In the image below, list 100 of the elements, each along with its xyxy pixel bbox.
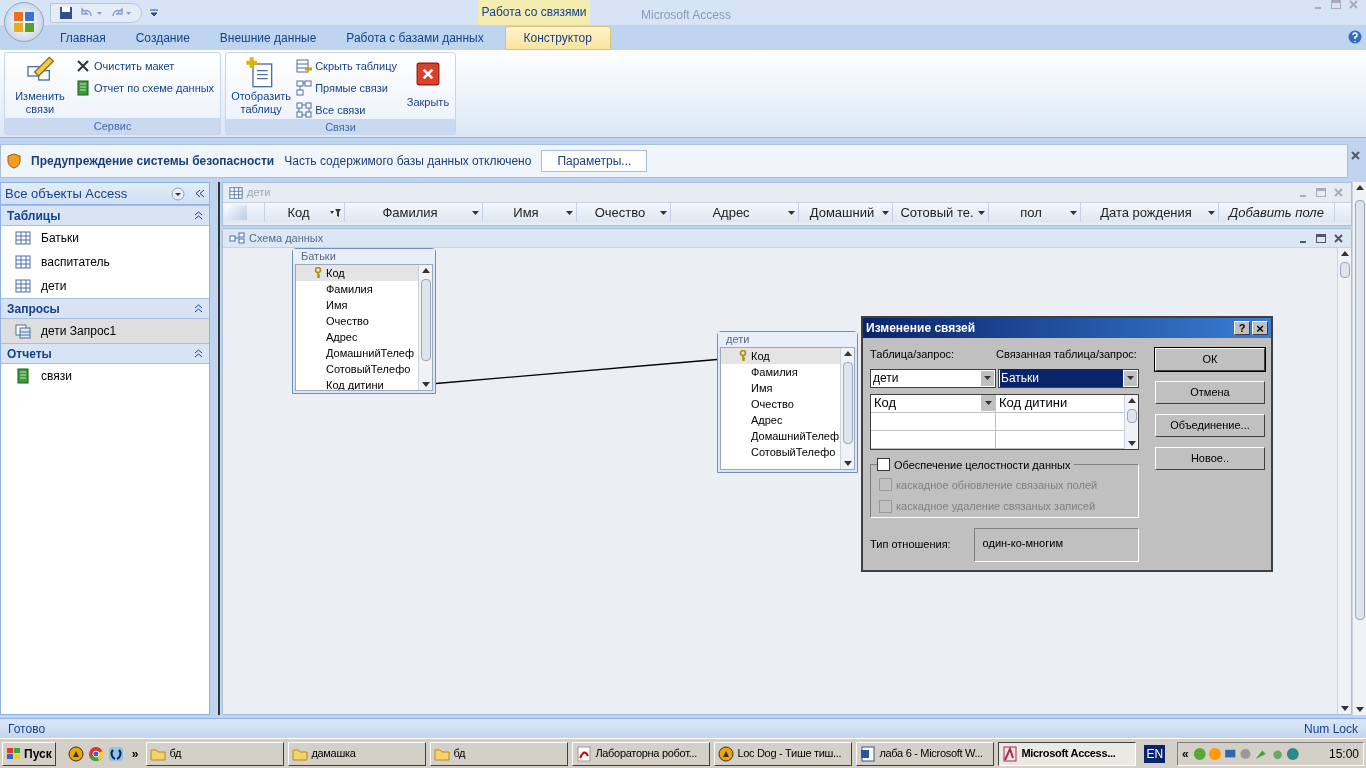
ribbon-large-button[interactable]: Изменить связи [7, 56, 73, 116]
field-row[interactable]: Очество [721, 396, 840, 412]
scroll-down-icon[interactable] [1128, 440, 1136, 446]
scroll-up-icon[interactable] [844, 351, 852, 356]
scroll-down-icon[interactable] [844, 461, 852, 466]
help-button[interactable]: ? [1234, 321, 1250, 335]
ribbon-tab[interactable]: Работа с базами данных [331, 26, 499, 50]
dropdown-arrow-icon[interactable] [1127, 376, 1134, 380]
taskbar-button[interactable]: Loc Dog - Тише тиш... [714, 741, 853, 766]
language-indicator[interactable]: EN [1144, 744, 1166, 763]
scroll-thumb[interactable] [421, 279, 431, 361]
taskbar-button[interactable]: бд [430, 741, 569, 766]
dropdown-arrow-icon[interactable] [984, 401, 992, 405]
tray-expand-icon[interactable]: « [1182, 744, 1189, 763]
collapse-icon[interactable] [194, 304, 203, 313]
collapse-icon[interactable] [195, 189, 205, 198]
dropdown-arrow-icon[interactable] [660, 210, 667, 215]
nav-group-header[interactable]: Отчеты [1, 343, 209, 364]
taskbar-button[interactable]: лаба 6 - Microsoft W... [856, 741, 995, 766]
dropdown-arrow-icon[interactable] [1208, 210, 1215, 215]
related-table-select[interactable]: Батьки [998, 368, 1139, 388]
browser-icon[interactable] [87, 745, 104, 762]
dropdown-arrow-icon[interactable] [788, 210, 795, 215]
dropdown-arrow-icon[interactable] [882, 210, 889, 215]
dialog-button[interactable]: Объединение... [1155, 414, 1265, 437]
nav-item[interactable]: дети Запрос1 [1, 319, 209, 343]
column-header[interactable]: Адрес [671, 203, 799, 222]
scroll-thumb[interactable] [1355, 200, 1365, 620]
ribbon-small-button[interactable]: Прямые связи [296, 79, 401, 97]
ribbon-small-button[interactable]: Отчет по схеме данных [75, 79, 219, 97]
ribbon-small-button[interactable]: Скрыть таблицу [296, 57, 401, 75]
column-header[interactable]: Добавить поле [1219, 203, 1335, 222]
column-header[interactable]: Имя [483, 203, 577, 222]
taskbar-button[interactable]: Microsoft Access... [998, 741, 1137, 766]
scrollbar[interactable] [1352, 182, 1366, 715]
scroll-up-icon[interactable] [422, 268, 430, 273]
nav-item[interactable]: связи [1, 364, 209, 388]
dropdown-arrow-icon[interactable] [566, 210, 573, 215]
help-icon[interactable] [1348, 30, 1362, 44]
maximize-icon[interactable] [1316, 233, 1326, 243]
grid-cell[interactable]: Код дитини [999, 393, 1068, 413]
scroll-thumb[interactable] [1340, 262, 1350, 278]
nav-item[interactable]: васпитатель [1, 250, 209, 274]
ribbon-large-button[interactable]: Закрыть [402, 56, 453, 111]
field-row[interactable]: Адрес [296, 329, 418, 345]
close-button[interactable]: × [1252, 321, 1268, 335]
ribbon-tab[interactable]: Конструктор [504, 26, 611, 50]
start-button[interactable]: Пуск [2, 741, 56, 766]
scroll-thumb[interactable] [1127, 408, 1137, 423]
more-icon[interactable]: » [127, 744, 143, 763]
scroll-thumb[interactable] [843, 362, 853, 444]
dropdown-arrow-icon[interactable] [984, 376, 991, 380]
options-button[interactable]: Параметры... [541, 150, 648, 172]
ribbon-large-button[interactable]: Отобразить таблицу [228, 56, 295, 116]
close-icon[interactable] [1351, 151, 1360, 160]
nav-group-header[interactable]: Таблицы [1, 205, 209, 226]
field-row[interactable]: ДомашнийТелеф [721, 428, 840, 444]
scrollbar[interactable] [840, 348, 854, 469]
save-icon[interactable] [59, 5, 73, 20]
column-header[interactable]: пол [989, 203, 1081, 222]
ribbon-tab[interactable]: Создание [120, 26, 205, 50]
field-row[interactable]: Имя [721, 380, 840, 396]
dialog-button[interactable]: Новое.. [1155, 447, 1265, 470]
scrollbar[interactable] [1124, 394, 1138, 449]
scroll-up-icon[interactable] [1356, 185, 1364, 190]
column-header[interactable]: Дата рождения [1081, 203, 1219, 222]
dropdown-arrow-icon[interactable] [1070, 210, 1077, 215]
field-row[interactable]: Код [721, 348, 840, 364]
grid-cell[interactable]: Код [874, 393, 981, 413]
scroll-down-icon[interactable] [422, 382, 430, 387]
column-header[interactable]: Фамилия [345, 203, 483, 222]
checkbox[interactable] [877, 458, 890, 472]
dropdown-arrow-icon[interactable] [978, 210, 985, 215]
scroll-up-icon[interactable] [1128, 397, 1136, 403]
field-row[interactable]: Фамилия [721, 364, 840, 380]
dropdown-arrow-icon[interactable] [472, 210, 479, 215]
ribbon-tab[interactable]: Главная [45, 26, 121, 50]
relationship-line[interactable] [436, 358, 718, 385]
field-row[interactable]: Очество [296, 313, 418, 329]
taskbar-button[interactable]: дамашка [288, 741, 427, 766]
office-button[interactable] [4, 2, 44, 42]
column-header[interactable]: Домашний [799, 203, 893, 222]
dialog-button[interactable]: ОК [1155, 348, 1265, 371]
nav-item[interactable]: дети [1, 274, 209, 298]
collapse-icon[interactable] [194, 211, 203, 220]
scroll-up-icon[interactable] [1341, 251, 1349, 256]
table-field-list[interactable]: дети Код Фамилия Имя Очество Адрес ДомашнийТелеф СотовыйТелефо [717, 331, 858, 473]
field-row[interactable]: Код дитини [296, 377, 418, 390]
close-icon[interactable] [1334, 233, 1343, 243]
field-row[interactable]: Код [296, 265, 418, 281]
ribbon-small-button[interactable]: Все связи [296, 101, 401, 119]
column-header[interactable]: Сотовый те. [893, 203, 989, 222]
column-header[interactable]: Очество [577, 203, 671, 222]
ribbon-tab[interactable]: Внешние данные [204, 26, 332, 50]
customize-toolbar-icon[interactable] [150, 8, 158, 17]
table-select[interactable]: дети [870, 368, 996, 388]
filter-icon[interactable] [329, 207, 341, 218]
field-row[interactable]: СотовыйТелефо [296, 361, 418, 377]
taskbar-button[interactable]: бд [146, 741, 285, 766]
scrollbar[interactable] [1337, 248, 1351, 714]
